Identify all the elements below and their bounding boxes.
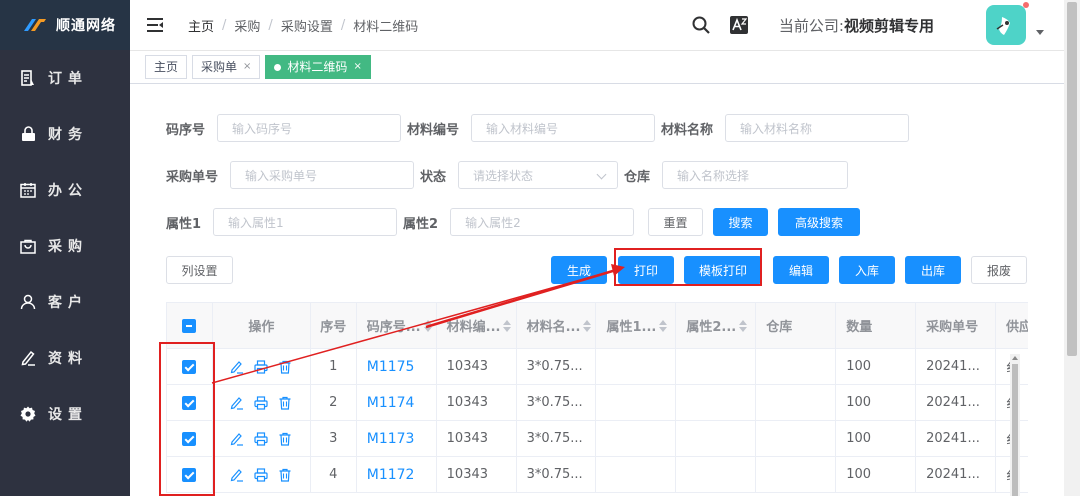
breadcrumb: 主页 / 采购 / 采购设置 / 材料二维码: [188, 16, 419, 35]
sidebar-item-data[interactable]: 资料: [0, 330, 130, 386]
sidebar-item-purchase[interactable]: 采购: [0, 218, 130, 274]
avatar[interactable]: [986, 2, 1029, 45]
top-header: 主页 / 采购 / 采购设置 / 材料二维码 当前公司: 视频剪辑专用: [130, 0, 1064, 50]
sidebar-item-customer[interactable]: 客户: [0, 274, 130, 330]
sidebar-item-finance[interactable]: 财务: [0, 106, 130, 162]
tag-home[interactable]: 主页: [145, 55, 188, 79]
menu-toggle-icon[interactable]: [146, 17, 164, 33]
page-scrollbar[interactable]: [1064, 0, 1080, 496]
tags-view: 主页 采购单 × 材料二维码 ×: [130, 50, 1064, 84]
sidebar-item-label: 办公: [48, 183, 88, 199]
breadcrumb-purchase[interactable]: 采购: [234, 16, 260, 35]
company-label: 当前公司:: [778, 16, 844, 35]
breadcrumb-home[interactable]: 主页: [188, 16, 214, 35]
sidebar-item-office[interactable]: 办公: [0, 162, 130, 218]
close-icon[interactable]: ×: [353, 56, 361, 78]
logo-icon: [22, 17, 48, 33]
breadcrumb-purchase-settings[interactable]: 采购设置: [281, 16, 333, 35]
search-icon[interactable]: [691, 15, 711, 35]
main-content: 码序号 输入码序号 材料编号 输入材料编号 材料名称 输入材料名称 采购单号 输…: [130, 84, 1064, 496]
logo: 顺通网络: [0, 0, 130, 50]
avatar-icon: [996, 17, 1010, 35]
breadcrumb-current: 材料二维码: [353, 19, 419, 35]
chevron-down-icon[interactable]: [1036, 29, 1044, 35]
lock-icon: [20, 126, 36, 142]
sidebar-item-label: 订单: [48, 71, 88, 87]
sidebar-item-label: 采购: [48, 239, 88, 255]
active-dot: [274, 63, 282, 71]
sidebar: 顺通网络 订单 财务 办公 采购 客户 资料 设置: [0, 0, 130, 496]
company-name: 视频剪辑专用: [843, 16, 934, 35]
bag-icon: [20, 238, 36, 254]
header-right: 当前公司: 视频剪辑专用: [691, 0, 1044, 50]
notification-dot: [1023, 2, 1029, 8]
sidebar-item-label: 设置: [48, 407, 88, 423]
calendar-icon: [20, 182, 36, 198]
order-icon: [20, 70, 36, 86]
sidebar-item-order[interactable]: 订单: [0, 50, 130, 106]
user-icon: [20, 294, 36, 310]
font-size-icon[interactable]: [729, 15, 749, 35]
tag-purchase-order[interactable]: 采购单 ×: [192, 55, 261, 79]
sidebar-item-label: 客户: [48, 295, 88, 311]
edit-icon: [20, 350, 36, 366]
gear-icon: [20, 406, 36, 422]
tag-material-qrcode[interactable]: 材料二维码 ×: [265, 55, 371, 79]
close-icon[interactable]: ×: [243, 56, 251, 78]
sidebar-item-label: 财务: [48, 127, 88, 143]
annotation-arrow: [211, 264, 625, 384]
logo-text: 顺通网络: [56, 18, 116, 34]
sidebar-item-label: 资料: [48, 351, 88, 367]
sidebar-item-settings[interactable]: 设置: [0, 386, 130, 442]
page-scroll-thumb[interactable]: [1067, 2, 1077, 356]
